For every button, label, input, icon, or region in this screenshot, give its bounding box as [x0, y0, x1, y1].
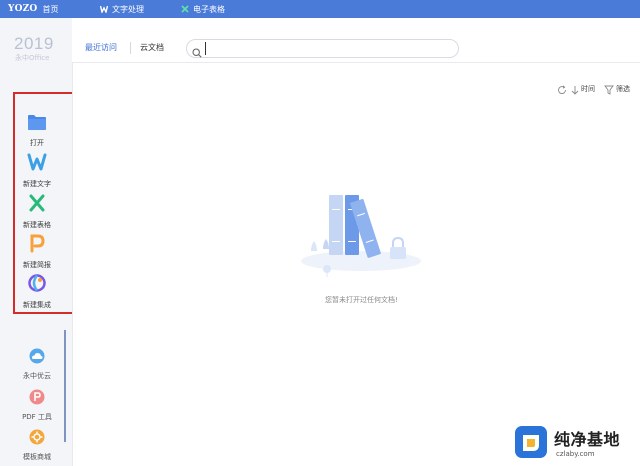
sidebar-scrollbar[interactable] [64, 330, 66, 442]
tab-label: 电子表格 [193, 4, 225, 14]
tab-spreadsheet[interactable]: 电子表格 [181, 3, 225, 15]
search-input[interactable] [205, 42, 445, 55]
template-icon [29, 429, 45, 449]
filter-icon [604, 80, 614, 99]
new-presentation-label: 新建简报 [23, 261, 51, 269]
watermark-logo [514, 425, 548, 463]
tab-label: 文字处理 [112, 4, 144, 14]
pdf-tools-button[interactable]: PDF 工具 [14, 389, 60, 422]
watermark-title: 纯净基地 [554, 429, 621, 449]
new-integration-button[interactable]: 新建集成 [14, 273, 60, 310]
search-icon [192, 43, 202, 62]
new-spreadsheet-button[interactable]: 新建表格 [14, 193, 60, 230]
tab-recent[interactable]: 最近访问 [85, 42, 117, 53]
tab-cloud-docs[interactable]: 云文档 [140, 42, 164, 53]
empty-state-message: 您暂未打开过任何文档! [325, 296, 398, 304]
home-tab-label: 首页 [42, 4, 59, 14]
sort-button[interactable]: 时间 [571, 80, 595, 99]
template-store-button[interactable]: 模板商城 [14, 429, 60, 462]
tab-word-processing[interactable]: 文字处理 [99, 3, 144, 15]
integration-icon [27, 273, 47, 297]
sheet-x-icon [181, 5, 189, 13]
version-year: 2019 [14, 34, 54, 53]
folder-icon [27, 114, 47, 135]
brand-name: 永中Office [15, 54, 50, 62]
template-store-label: 模板商城 [23, 453, 51, 461]
new-integration-label: 新建集成 [23, 301, 51, 309]
new-spreadsheet-label: 新建表格 [23, 221, 51, 229]
app-window: YOZO 首页 文字处理 电子表格 2019 永中Office 打开 新建文字 … [0, 0, 640, 466]
pdf-tools-label: PDF 工具 [22, 413, 52, 421]
new-document-button[interactable]: 新建文字 [14, 152, 60, 189]
nav-divider [130, 42, 131, 54]
watermark-url: czlaby.com [556, 449, 595, 458]
watermark: 纯净基地 czlaby.com [514, 422, 640, 466]
cloud-icon [29, 348, 45, 368]
nav-bar: 最近访问 云文档 [72, 36, 640, 62]
word-w-icon [27, 152, 47, 176]
yozo-logo: YOZO [8, 4, 38, 14]
sheet-x-icon [27, 193, 47, 217]
yozo-cloud-button[interactable]: 永中优云 [14, 348, 60, 381]
filter-button[interactable]: 筛选 [604, 80, 630, 99]
new-presentation-button[interactable]: 新建简报 [14, 233, 60, 270]
yozo-cloud-label: 永中优云 [23, 372, 51, 380]
filter-label: 筛选 [616, 85, 630, 93]
sort-down-icon [571, 80, 579, 99]
top-tab-bar: YOZO 首页 文字处理 电子表格 [0, 0, 640, 18]
file-list-area: 时间 筛选 您暂未打开过任何文档! [72, 62, 640, 466]
search-box[interactable] [186, 39, 459, 58]
refresh-icon[interactable] [557, 80, 567, 99]
pdf-icon [29, 389, 45, 409]
open-button[interactable]: 打开 [14, 114, 60, 148]
empty-state-illustration [301, 195, 421, 277]
home-tab[interactable]: YOZO 首页 [8, 3, 58, 15]
list-toolbar: 时间 筛选 [557, 83, 630, 95]
presentation-p-icon [27, 233, 47, 257]
new-document-label: 新建文字 [23, 180, 51, 188]
sort-label: 时间 [581, 85, 595, 93]
open-label: 打开 [30, 139, 44, 147]
word-w-icon [99, 5, 109, 15]
